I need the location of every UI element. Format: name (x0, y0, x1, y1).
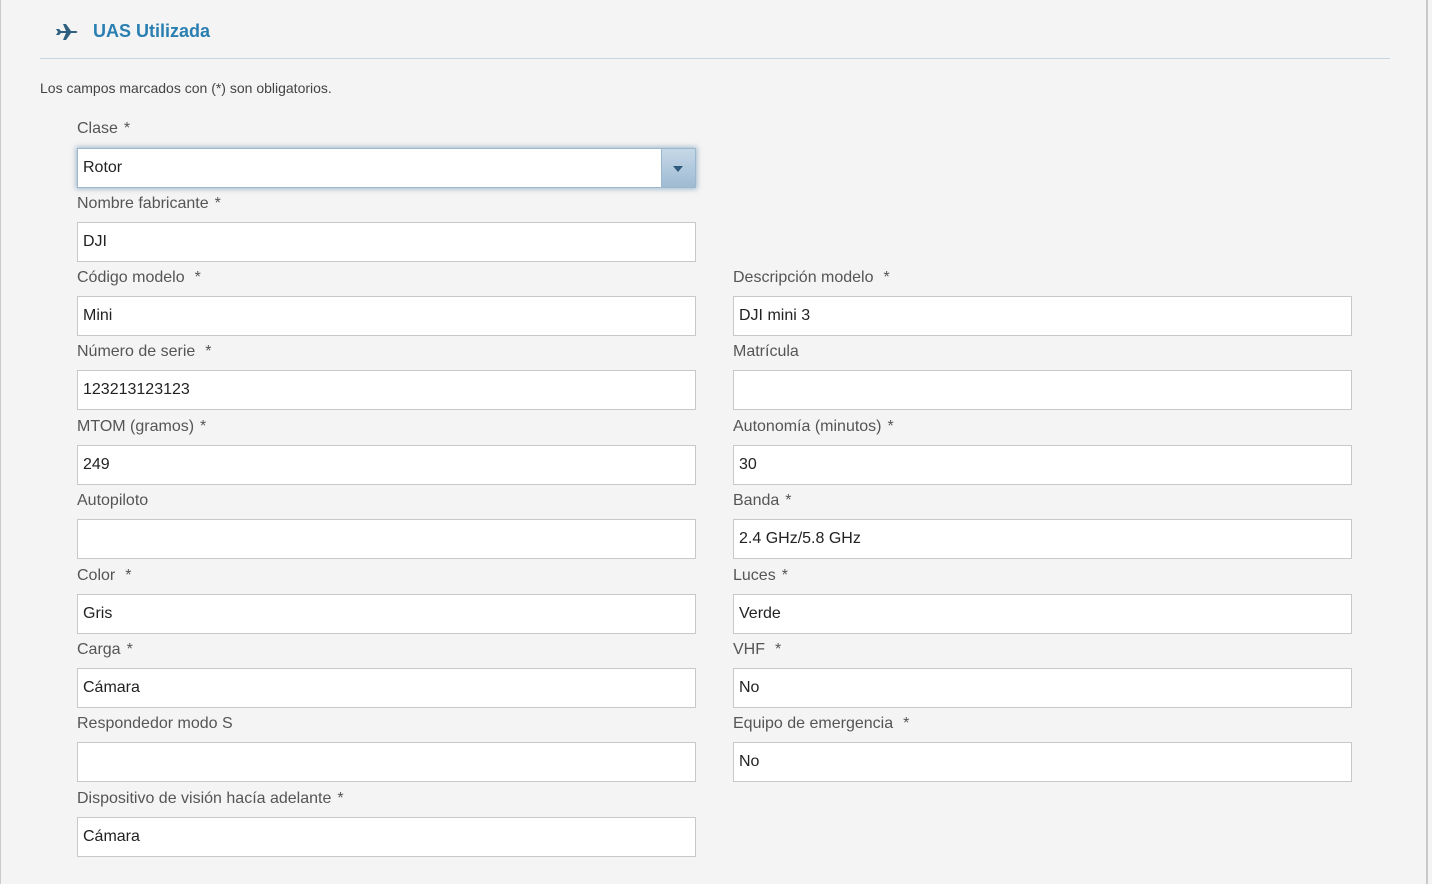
vhf-input[interactable] (733, 668, 1352, 708)
autopiloto-label: Autopiloto (77, 492, 149, 509)
section-header: UAS Utilizada (40, 0, 1390, 59)
color-label: Color * (77, 567, 132, 584)
banda-label: Banda * (733, 492, 792, 509)
dropdown-toggle[interactable] (661, 149, 695, 187)
codigo-modelo-label: Código modelo * (77, 269, 201, 286)
clase-label: Clase * (77, 120, 131, 137)
mtom-input[interactable] (77, 445, 696, 485)
section-title: UAS Utilizada (93, 21, 211, 41)
descripcion-modelo-label: Descripción modelo * (733, 269, 890, 286)
numero-serie-input[interactable] (77, 370, 696, 410)
autonomia-input[interactable] (733, 445, 1352, 485)
autonomia-label: Autonomía (minutos) * (733, 418, 894, 435)
vhf-label: VHF * (733, 641, 782, 658)
respondedor-label: Respondedor modo S (77, 715, 233, 732)
carga-input[interactable] (77, 668, 696, 708)
matricula-label: Matrícula (733, 343, 799, 360)
equipo-emergencia-label: Equipo de emergencia * (733, 715, 910, 732)
color-input[interactable] (77, 594, 696, 634)
dispositivo-vision-input[interactable] (77, 817, 696, 857)
clase-select[interactable]: Rotor (77, 148, 696, 188)
autopiloto-input[interactable] (77, 519, 696, 559)
required-fields-note: Los campos marcados con (*) son obligato… (40, 80, 332, 96)
matricula-input[interactable] (733, 370, 1352, 410)
left-border (0, 0, 1, 884)
numero-serie-label: Número de serie * (77, 343, 212, 360)
descripcion-modelo-input[interactable] (733, 296, 1352, 336)
banda-input[interactable] (733, 519, 1352, 559)
equipo-emergencia-input[interactable] (733, 742, 1352, 782)
chevron-down-icon (673, 166, 683, 172)
dispositivo-vision-label: Dispositivo de visión hacía adelante * (77, 790, 344, 807)
codigo-modelo-input[interactable] (77, 296, 696, 336)
clase-selected-value: Rotor (83, 159, 123, 176)
respondedor-input[interactable] (77, 742, 696, 782)
carga-label: Carga * (77, 641, 133, 658)
nombre-fabricante-input[interactable] (77, 222, 696, 262)
nombre-fabricante-label: Nombre fabricante * (77, 195, 221, 212)
luces-label: Luces * (733, 567, 788, 584)
mtom-label: MTOM (gramos) * (77, 418, 207, 435)
airplane-icon (54, 22, 80, 42)
right-border (1426, 0, 1428, 884)
luces-input[interactable] (733, 594, 1352, 634)
